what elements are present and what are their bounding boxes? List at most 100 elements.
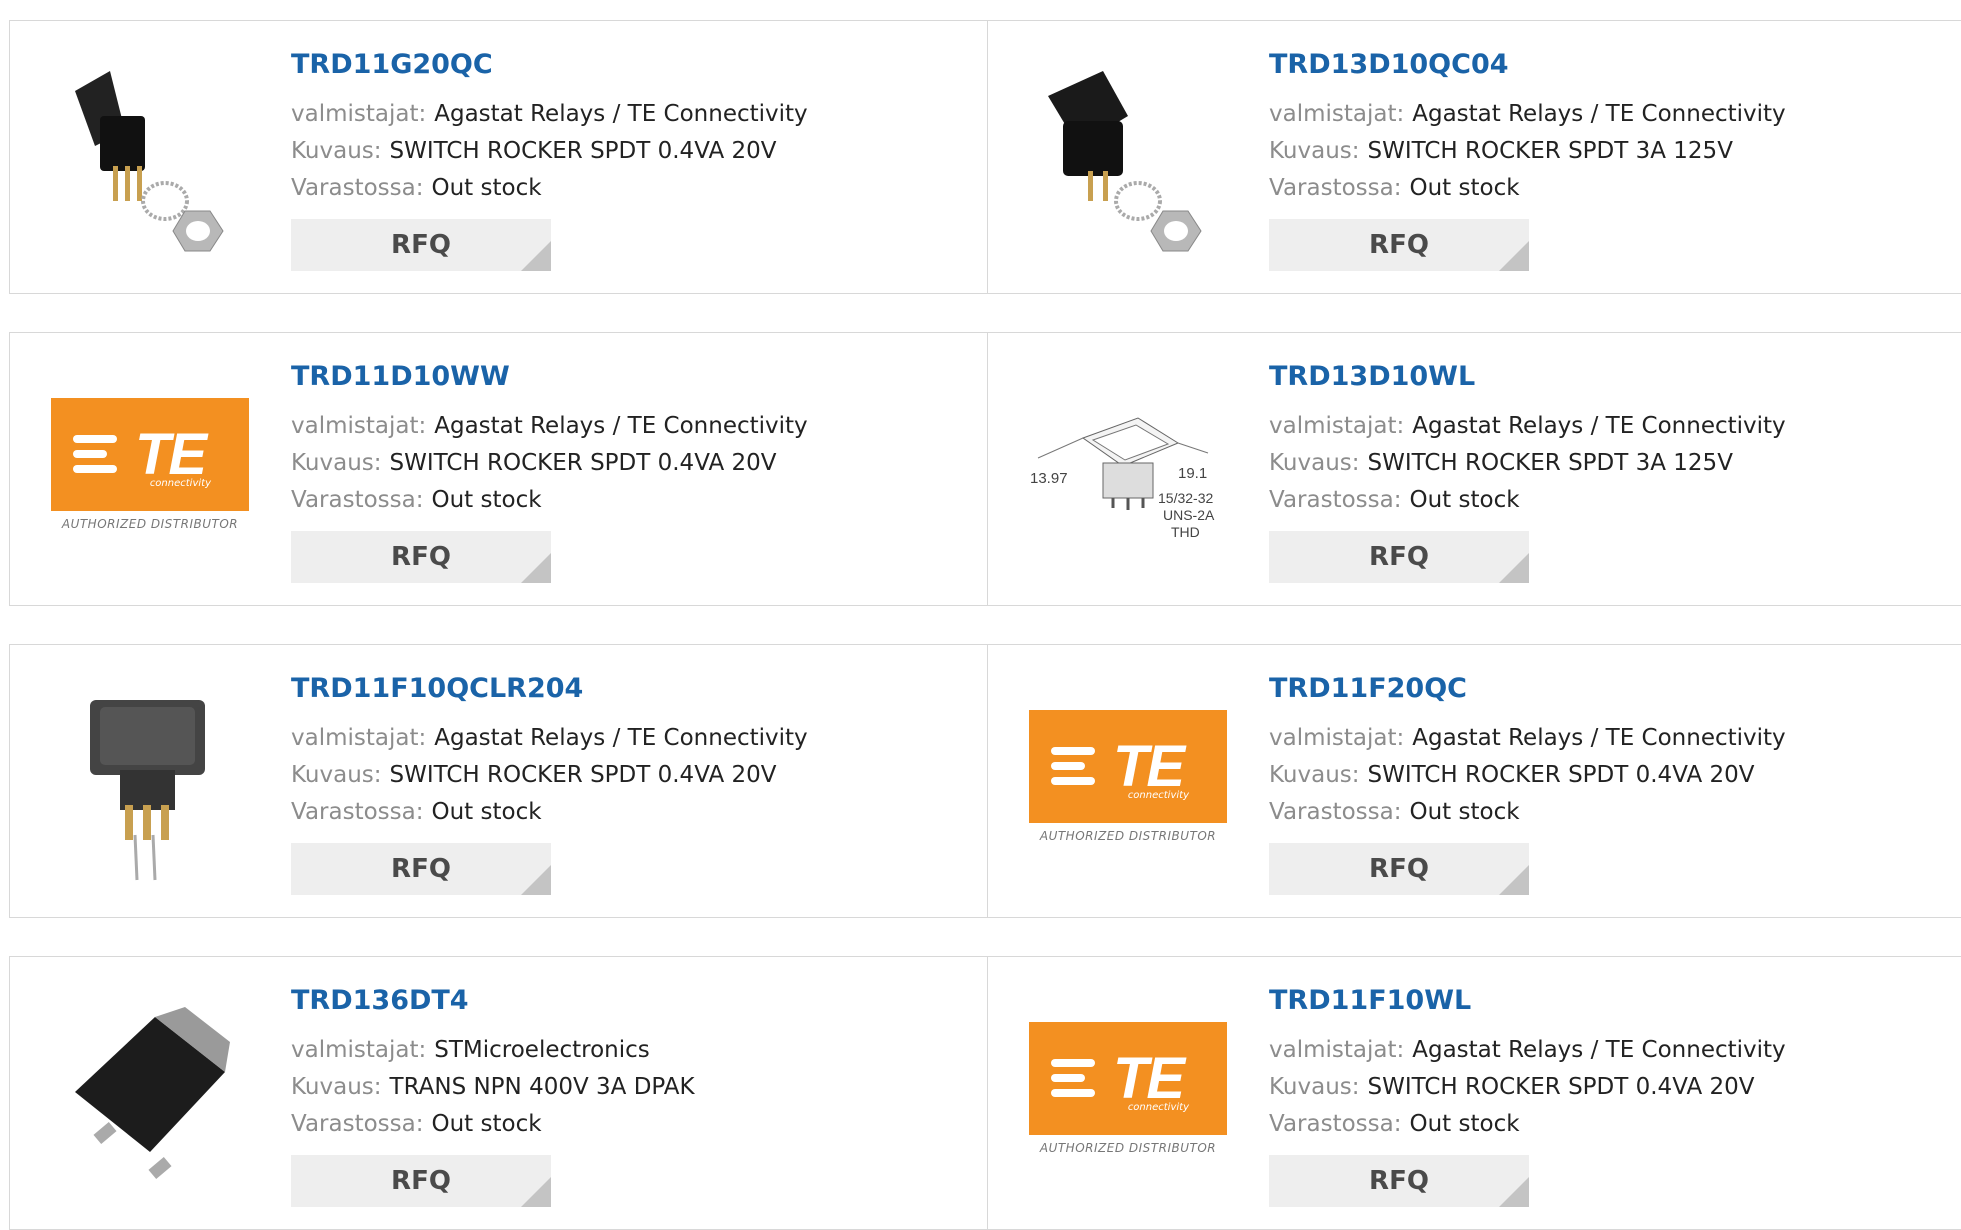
stock-line: Varastossa: Out stock <box>291 482 808 519</box>
manufacturer-label: valmistajat: <box>291 101 427 127</box>
svg-text:UNS-2A: UNS-2A <box>1163 507 1215 523</box>
rocker-switch-icon <box>1048 71 1202 252</box>
rfq-button[interactable]: RFQ <box>291 531 551 583</box>
switch-drawing: 13.97 19.1 15/32-32 UNS-2A THD <box>1030 417 1215 540</box>
description-label: Kuvaus: <box>1269 762 1360 788</box>
stock-label: Varastossa: <box>1269 1111 1402 1137</box>
stock-label: Varastossa: <box>291 487 424 513</box>
rfq-button[interactable]: RFQ <box>1269 531 1529 583</box>
manufacturer-line: valmistajat: Agastat Relays / TE Connecti… <box>291 96 808 133</box>
rfq-button[interactable]: RFQ <box>1269 843 1529 895</box>
part-number-link[interactable]: TRD13D10QC04 <box>1269 49 1786 80</box>
description-value: SWITCH ROCKER SPDT 3A 125V <box>1367 138 1733 164</box>
manufacturer-value: Agastat Relays / TE Connectivity <box>434 725 808 751</box>
product-image[interactable]: TE connectivity AUTHORIZED DISTRIBUTOR <box>1028 685 1228 885</box>
toggle-switch-icon <box>75 71 224 252</box>
manufacturer-label: valmistajat: <box>1269 1037 1405 1063</box>
corner-triangle-icon <box>1499 553 1529 583</box>
description-label: Kuvaus: <box>291 762 382 788</box>
description-line: Kuvaus: SWITCH ROCKER SPDT 0.4VA 20V <box>1269 1069 1786 1106</box>
stock-line: Varastossa: Out stock <box>1269 1106 1786 1143</box>
stock-value: Out stock <box>1409 175 1520 201</box>
product-image[interactable]: TE connectivity AUTHORIZED DISTRIBUTOR <box>1028 997 1228 1197</box>
product-row: TRD11F10QCLR204 valmistajat: Agastat Rela… <box>9 644 1961 918</box>
rfq-button[interactable]: RFQ <box>291 219 551 271</box>
rfq-button[interactable]: RFQ <box>291 843 551 895</box>
description-label: Kuvaus: <box>1269 138 1360 164</box>
rfq-label: RFQ <box>391 1166 451 1196</box>
manufacturer-label: valmistajat: <box>1269 725 1405 751</box>
rfq-button[interactable]: RFQ <box>291 1155 551 1207</box>
manufacturer-line: valmistajat: STMicroelectronics <box>291 1032 695 1069</box>
description-line: Kuvaus: SWITCH ROCKER SPDT 0.4VA 20V <box>291 445 808 482</box>
stock-value: Out stock <box>431 487 542 513</box>
description-line: Kuvaus: SWITCH ROCKER SPDT 3A 125V <box>1269 133 1786 170</box>
stock-label: Varastossa: <box>291 175 424 201</box>
corner-triangle-icon <box>521 865 551 895</box>
te-connectivity-logo: TE connectivity AUTHORIZED DISTRIBUTOR <box>1029 1022 1227 1172</box>
stock-line: Varastossa: Out stock <box>291 170 808 207</box>
part-number-link[interactable]: TRD11F10WL <box>1269 985 1786 1016</box>
dpak-transistor-icon <box>75 1007 230 1180</box>
rfq-label: RFQ <box>1369 854 1429 884</box>
stock-label: Varastossa: <box>1269 175 1402 201</box>
rfq-label: RFQ <box>1369 1166 1429 1196</box>
te-connectivity-logo: TE connectivity AUTHORIZED DISTRIBUTOR <box>51 398 249 548</box>
manufacturer-value: Agastat Relays / TE Connectivity <box>434 413 808 439</box>
manufacturer-label: valmistajat: <box>291 413 427 439</box>
svg-text:19.1: 19.1 <box>1178 465 1207 482</box>
part-number-link[interactable]: TRD11F20QC <box>1269 673 1786 704</box>
svg-text:THD: THD <box>1171 524 1200 540</box>
manufacturer-value: Agastat Relays / TE Connectivity <box>1412 413 1786 439</box>
corner-triangle-icon <box>521 553 551 583</box>
product-image[interactable] <box>50 685 250 885</box>
manufacturer-line: valmistajat: Agastat Relays / TE Connecti… <box>291 720 808 757</box>
part-number-link[interactable]: TRD11D10WW <box>291 361 808 392</box>
product-card: TE connectivity AUTHORIZED DISTRIBUTOR T… <box>988 645 1961 917</box>
manufacturer-line: valmistajat: Agastat Relays / TE Connecti… <box>291 408 808 445</box>
description-value: SWITCH ROCKER SPDT 0.4VA 20V <box>389 450 777 476</box>
product-row: TE connectivity AUTHORIZED DISTRIBUTOR T… <box>9 332 1961 606</box>
stock-value: Out stock <box>1409 1111 1520 1137</box>
part-number-link[interactable]: TRD11F10QCLR204 <box>291 673 808 704</box>
product-card: 13.97 19.1 15/32-32 UNS-2A THD TRD13D10W… <box>988 333 1961 605</box>
stock-label: Varastossa: <box>291 799 424 825</box>
product-card: TRD11G20QC valmistajat: Agastat Relays / … <box>10 21 987 293</box>
part-number-link[interactable]: TRD13D10WL <box>1269 361 1786 392</box>
product-image[interactable]: TE connectivity AUTHORIZED DISTRIBUTOR <box>50 373 250 573</box>
part-number-link[interactable]: TRD11G20QC <box>291 49 808 80</box>
part-number-link[interactable]: TRD136DT4 <box>291 985 695 1016</box>
rfq-label: RFQ <box>391 542 451 572</box>
stock-label: Varastossa: <box>1269 799 1402 825</box>
manufacturer-line: valmistajat: Agastat Relays / TE Connecti… <box>1269 96 1786 133</box>
description-label: Kuvaus: <box>1269 450 1360 476</box>
description-label: Kuvaus: <box>291 1074 382 1100</box>
description-label: Kuvaus: <box>291 138 382 164</box>
svg-text:13.97: 13.97 <box>1030 470 1068 487</box>
stock-line: Varastossa: Out stock <box>1269 482 1786 519</box>
product-image[interactable]: 13.97 19.1 15/32-32 UNS-2A THD <box>1028 373 1228 573</box>
corner-triangle-icon <box>1499 241 1529 271</box>
svg-text:15/32-32: 15/32-32 <box>1158 490 1213 506</box>
stock-label: Varastossa: <box>1269 487 1402 513</box>
product-card: TRD11F10QCLR204 valmistajat: Agastat Rela… <box>10 645 987 917</box>
description-value: SWITCH ROCKER SPDT 0.4VA 20V <box>389 138 777 164</box>
manufacturer-value: Agastat Relays / TE Connectivity <box>434 101 808 127</box>
rfq-button[interactable]: RFQ <box>1269 219 1529 271</box>
manufacturer-line: valmistajat: Agastat Relays / TE Connecti… <box>1269 720 1786 757</box>
description-value: SWITCH ROCKER SPDT 0.4VA 20V <box>1367 762 1755 788</box>
product-row: TRD136DT4 valmistajat: STMicroelectronics… <box>9 956 1961 1230</box>
product-image[interactable] <box>1028 61 1228 261</box>
description-value: SWITCH ROCKER SPDT 0.4VA 20V <box>389 762 777 788</box>
manufacturer-label: valmistajat: <box>291 1037 427 1063</box>
corner-triangle-icon <box>1499 1177 1529 1207</box>
product-image[interactable] <box>50 997 250 1197</box>
description-value: SWITCH ROCKER SPDT 0.4VA 20V <box>1367 1074 1755 1100</box>
product-image[interactable] <box>50 61 250 261</box>
manufacturer-label: valmistajat: <box>1269 101 1405 127</box>
manufacturer-label: valmistajat: <box>1269 413 1405 439</box>
rfq-label: RFQ <box>1369 542 1429 572</box>
stock-value: Out stock <box>431 1111 542 1137</box>
rfq-button[interactable]: RFQ <box>1269 1155 1529 1207</box>
corner-triangle-icon <box>521 1177 551 1207</box>
